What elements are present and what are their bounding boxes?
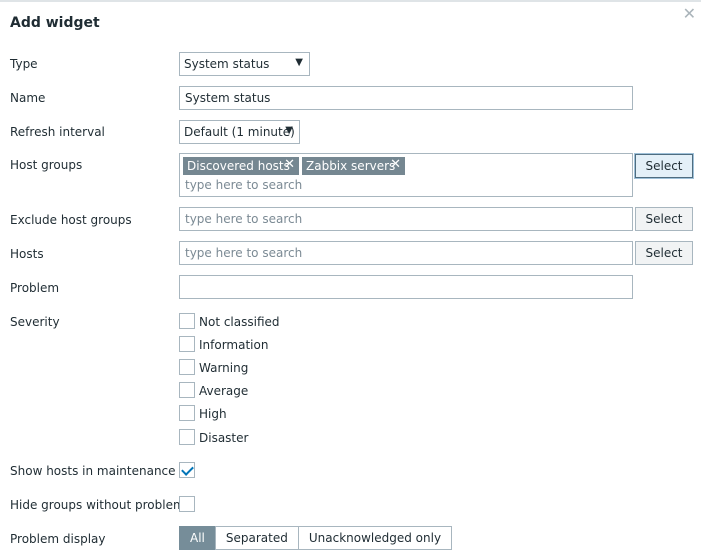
close-x-icon[interactable]: ✕ [390,157,401,172]
host-groups-select-button[interactable]: Select [635,154,693,178]
tag-discovered-hosts: Discovered hosts ✕ [183,157,299,175]
type-select-value: System status [184,57,270,71]
refresh-label: Refresh interval [10,125,105,139]
severity-disaster-checkbox[interactable] [179,429,195,445]
severity-option-label: High [199,407,227,421]
add-widget-dialog: Add widget ✕ Type System status ▼ Name S… [0,2,701,554]
problem-display-all-option[interactable]: All [179,526,216,550]
severity-option-label: Average [199,384,249,398]
severity-option-label: Warning [199,361,249,375]
hosts-input[interactable]: type here to search [179,241,633,265]
problem-display-separated-option[interactable]: Separated [214,526,299,550]
hosts-placeholder: type here to search [185,246,303,260]
refresh-interval-select[interactable]: Default (1 minute) ▼ [179,120,300,144]
tag-label: Zabbix servers [306,159,396,173]
triangle-down-icon: ▼ [295,57,303,68]
name-input-value: System status [185,91,271,105]
close-x-icon[interactable]: ✕ [284,157,295,172]
exclude-host-groups-label: Exclude host groups [10,213,132,227]
show-maintenance-label: Show hosts in maintenance [10,464,176,478]
severity-label: Severity [10,315,60,329]
name-label: Name [10,91,46,105]
hosts-label: Hosts [10,247,44,261]
host-groups-label: Host groups [10,158,83,172]
severity-not-classified-checkbox[interactable] [179,313,195,329]
hide-groups-label: Hide groups without problems [10,498,191,512]
tag-label: Discovered hosts [187,159,290,173]
tag-zabbix-servers: Zabbix servers ✕ [302,157,405,175]
severity-information-checkbox[interactable] [179,336,195,352]
close-icon[interactable]: ✕ [683,6,696,22]
problem-label: Problem [10,281,60,295]
refresh-select-value: Default (1 minute) [184,125,295,139]
exclude-host-groups-placeholder: type here to search [185,212,303,226]
severity-option-label: Information [199,338,269,352]
hosts-select-button[interactable]: Select [635,241,693,265]
severity-warning-checkbox[interactable] [179,359,195,375]
host-groups-multiselect[interactable]: Discovered hosts ✕ Zabbix servers ✕ type… [179,153,633,197]
show-maintenance-checkbox[interactable] [179,462,195,478]
name-input[interactable]: System status [179,86,633,110]
exclude-host-groups-input[interactable]: type here to search [179,207,633,231]
type-label: Type [10,57,38,71]
severity-option-label: Not classified [199,315,280,329]
problem-display-label: Problem display [10,532,106,546]
problem-display-segmented-control: All Separated Unacknowledged only [179,526,453,550]
host-groups-search-input[interactable]: type here to search [185,178,302,192]
dialog-title: Add widget [10,15,100,31]
triangle-down-icon: ▼ [285,125,293,136]
severity-average-checkbox[interactable] [179,382,195,398]
problem-display-unacknowledged-option[interactable]: Unacknowledged only [297,526,453,550]
exclude-host-groups-select-button[interactable]: Select [635,207,693,231]
hide-groups-checkbox[interactable] [179,496,195,512]
type-select[interactable]: System status ▼ [179,52,310,76]
severity-high-checkbox[interactable] [179,405,195,421]
problem-input[interactable] [179,275,633,299]
severity-option-label: Disaster [199,431,249,445]
